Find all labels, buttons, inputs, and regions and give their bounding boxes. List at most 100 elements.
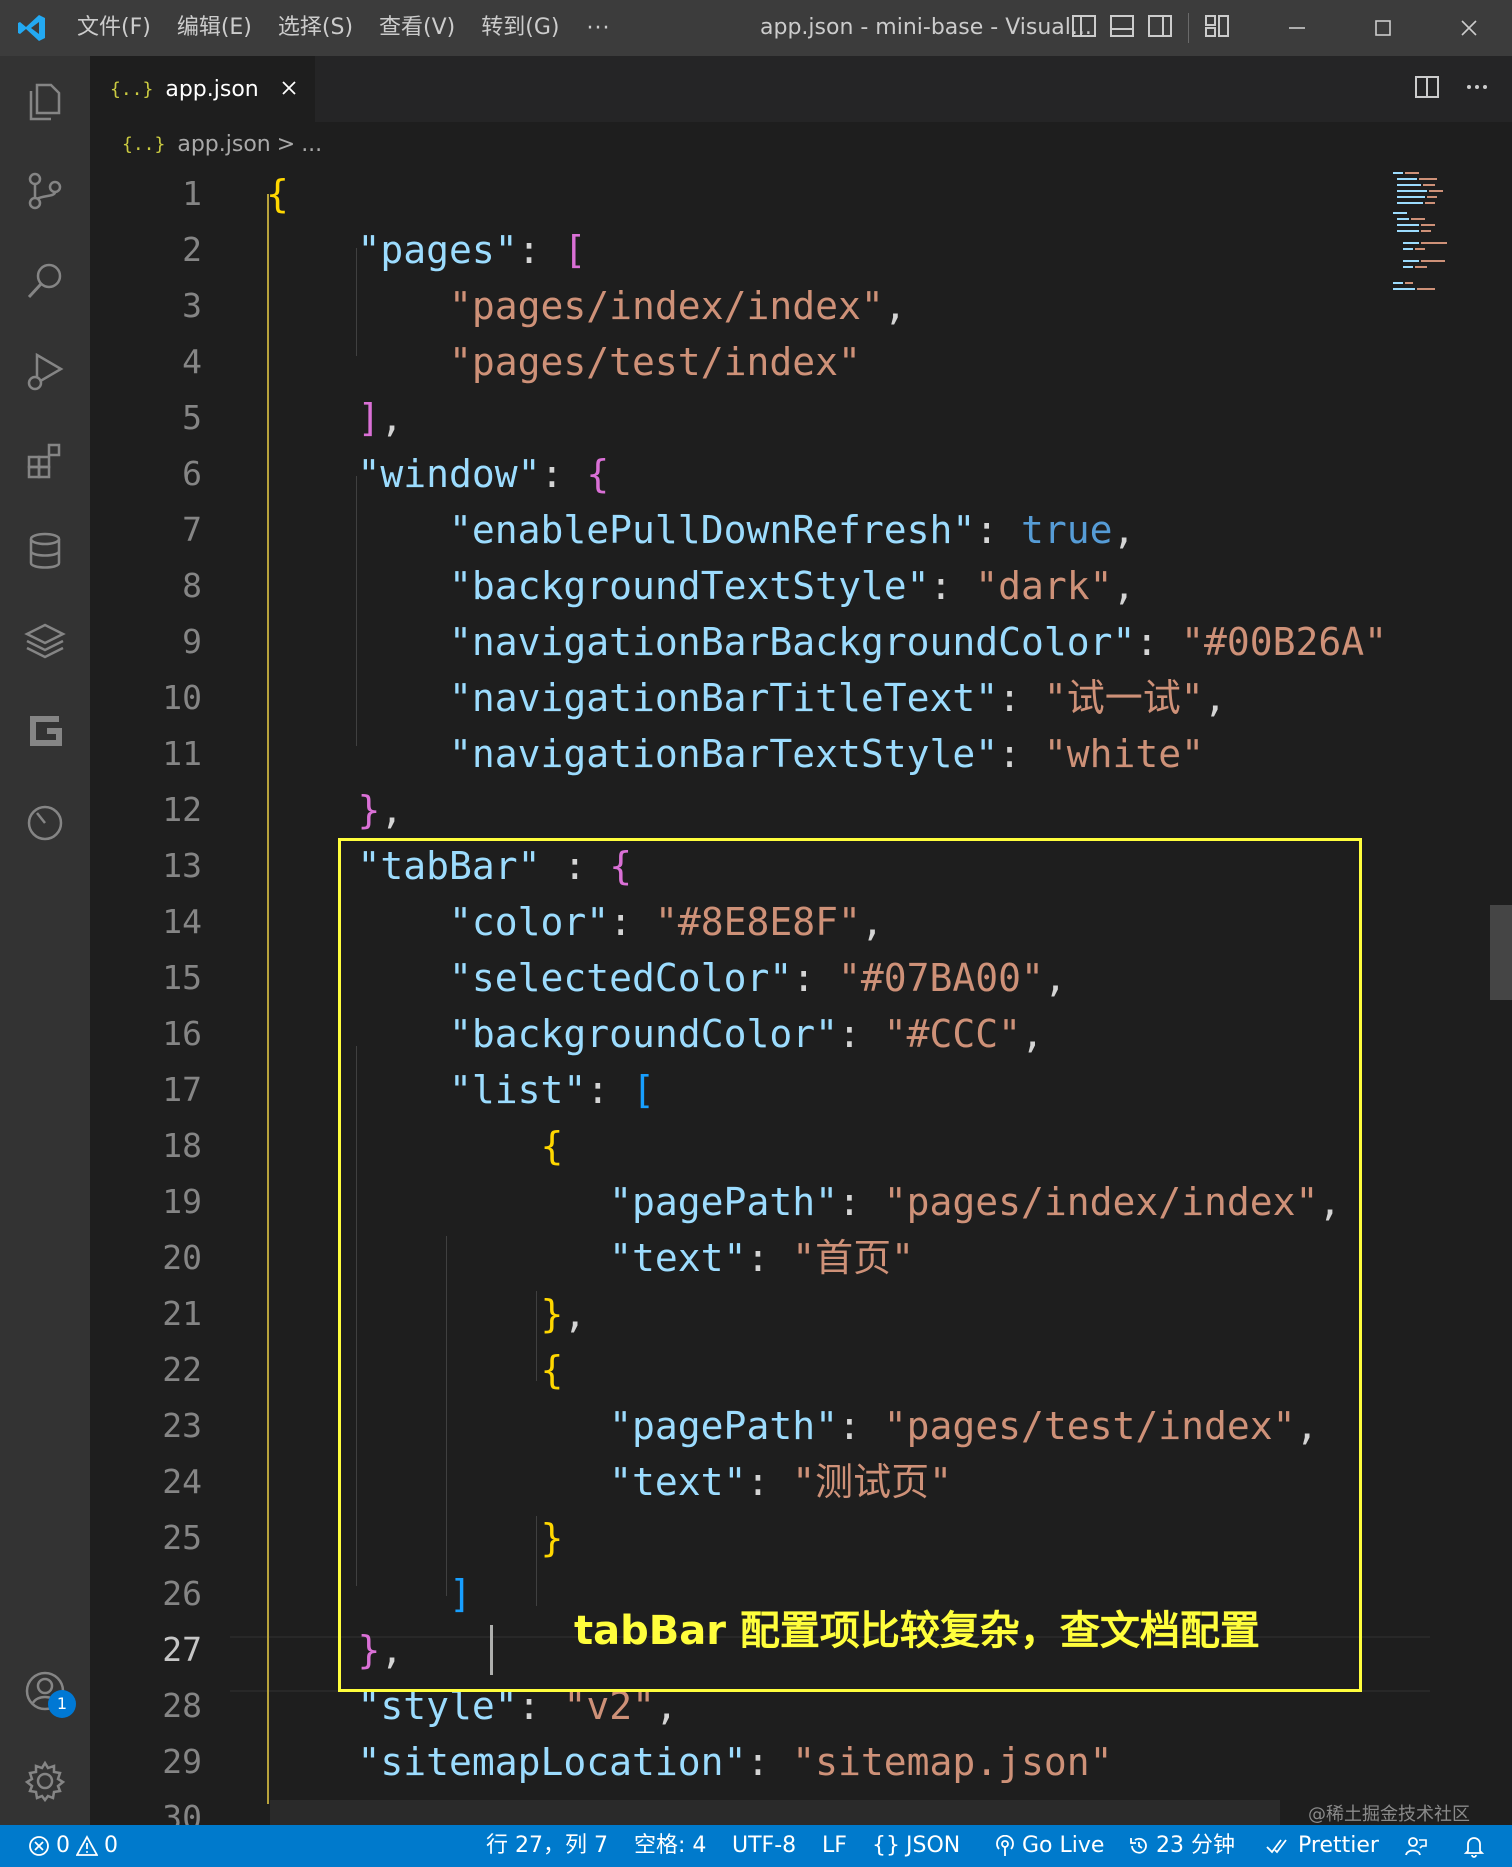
menu-selection[interactable]: 选择(S) [265,0,366,56]
timer-icon[interactable] [0,786,90,856]
code-line: "navigationBarTitleText": "试一试", [449,676,1227,720]
line-number: 2 [182,230,202,269]
double-check-icon [1266,1839,1287,1854]
line-number: 14 [162,902,202,941]
indentation-setting[interactable]: 空格: 4 [634,1825,706,1867]
line-number: 1 [182,174,202,213]
extensions-icon[interactable] [0,426,90,496]
problems-indicator[interactable]: 0 0 [28,1825,118,1867]
menu-go[interactable]: 转到(G) [468,0,572,56]
language-label: JSON [906,1833,961,1858]
scrollbar-thumb[interactable] [1490,905,1512,1000]
customize-layout-icon[interactable] [1203,12,1231,44]
code-line: "backgroundTextStyle": "dark", [449,564,1136,608]
prettier-button[interactable]: Prettier [1266,1825,1379,1867]
window-controls [1254,0,1512,56]
watermark: @稀土掘金技术社区 [1308,1804,1470,1825]
layers-icon[interactable] [0,606,90,676]
line-number: 11 [162,734,202,773]
line-number: 23 [162,1406,202,1445]
line-number: 8 [182,566,202,605]
line-number: 25 [162,1518,202,1557]
database-icon[interactable] [0,516,90,586]
notifications-bell-icon[interactable] [1462,1825,1486,1867]
line-number: 4 [182,342,202,381]
breadcrumb-separator: > [276,131,296,157]
line-number: 10 [162,678,202,717]
tab-close-icon[interactable] [274,73,304,103]
line-number: 12 [162,790,202,829]
line-number: 19 [162,1182,202,1221]
line-number: 30 [162,1798,202,1825]
line-number: 9 [182,622,202,661]
accounts-badge: 1 [48,1690,76,1718]
run-debug-icon[interactable] [0,336,90,406]
layout-divider [1188,13,1189,43]
more-actions-icon[interactable] [1462,72,1492,106]
json-file-icon: {..} [110,78,154,100]
menu-view[interactable]: 查看(V) [366,0,468,56]
horizontal-scrollbar[interactable] [270,1800,1280,1825]
toggle-sidebar-icon[interactable] [1070,12,1098,44]
wakatime-indicator[interactable]: 23 分钟 [1128,1825,1235,1867]
code-line: "sitemapLocation": "sitemap.json" [357,1740,1113,1784]
line-number-gutter: 1 2 3 4 5 6 7 8 9 10 11 12 13 14 15 16 17 18 19 20 21 22 23 24 2… [90,166,220,1825]
tab-app-json[interactable]: {..} app.json [90,56,315,122]
line-number: 27 [162,1630,202,1669]
code-line: }, [357,788,404,832]
gitlens-icon[interactable] [0,696,90,766]
error-icon [29,1836,49,1856]
vscode-logo-icon [0,0,64,56]
code-line: "pages": [ [357,228,587,272]
warning-count: 0 [104,1833,118,1858]
activity-bar: 1 [0,56,90,1825]
encoding-setting[interactable]: UTF-8 [732,1825,796,1867]
search-icon[interactable] [0,246,90,316]
cursor-position[interactable]: 行 27，列 7 [486,1825,608,1867]
warning-icon [76,1835,98,1856]
title-bar: 文件(F) 编辑(E) 选择(S) 查看(V) 转到(G) ··· app.js… [0,0,1512,56]
highlight-box [338,838,1362,1692]
menu-more-button[interactable]: ··· [572,16,624,41]
line-number: 13 [162,846,202,885]
line-number: 29 [162,1742,202,1781]
accounts-icon[interactable] [0,1656,90,1726]
time-label: 23 分钟 [1156,1833,1235,1858]
eol-setting[interactable]: LF [822,1825,847,1867]
explorer-icon[interactable] [0,66,90,136]
code-line: "enablePullDownRefresh": true, [449,508,1136,552]
history-icon [1130,1837,1147,1854]
menu-edit[interactable]: 编辑(E) [164,0,265,56]
language-mode[interactable]: {} JSON [872,1825,960,1867]
menu-file[interactable]: 文件(F) [64,0,164,56]
toggle-secondary-sidebar-icon[interactable] [1146,12,1174,44]
breadcrumb-ellipsis[interactable]: ... [301,132,322,157]
source-control-icon[interactable] [0,156,90,226]
toggle-panel-icon[interactable] [1108,12,1136,44]
go-live-label: Go Live [1022,1833,1105,1858]
code-line: ], [357,396,404,440]
menu-bar: 文件(F) 编辑(E) 选择(S) 查看(V) 转到(G) ··· [64,0,624,56]
maximize-button[interactable] [1340,0,1426,56]
code-line: "pages/index/index", [449,284,907,328]
feedback-icon[interactable] [1404,1825,1428,1867]
window-title: app.json - mini-base - Visual... [760,15,1092,40]
breadcrumb-file[interactable]: app.json [177,132,270,157]
line-number: 18 [162,1126,202,1165]
line-number: 3 [182,286,202,325]
code-editor[interactable]: 1 2 3 4 5 6 7 8 9 10 11 12 13 14 15 16 17 18 19 20 21 22 23 24 2… [90,166,1512,1825]
line-number: 26 [162,1574,202,1613]
manage-gear-icon[interactable] [0,1746,90,1816]
line-number: 22 [162,1350,202,1389]
minimap[interactable] [1387,166,1499,306]
split-editor-icon[interactable] [1412,72,1442,106]
line-number: 21 [162,1294,202,1333]
code-line: "window": { [357,452,610,496]
minimize-button[interactable] [1254,0,1340,56]
close-window-button[interactable] [1426,0,1512,56]
go-live-button[interactable]: Go Live [994,1825,1104,1867]
json-file-icon: {..} [122,133,166,155]
code-line: { [266,172,289,216]
line-number: 5 [182,398,202,437]
breadcrumb: {..} app.json > ... [90,122,1512,166]
